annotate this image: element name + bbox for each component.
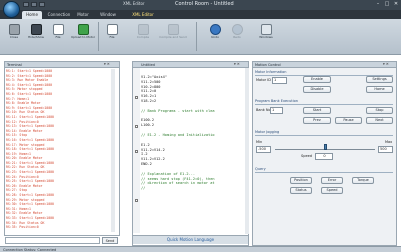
home-button[interactable]: Home bbox=[366, 86, 393, 93]
compile-send-icon bbox=[167, 24, 179, 35]
terminal-command-input[interactable] bbox=[5, 237, 100, 244]
enable-button[interactable]: Enable bbox=[303, 76, 331, 83]
hide-show-button-label: Hide/Show bbox=[28, 35, 44, 39]
settings-button[interactable]: Settings bbox=[366, 76, 393, 83]
windows-button[interactable]: Windows bbox=[254, 22, 278, 48]
minimize-button[interactable]: – bbox=[374, 1, 382, 8]
upload-to-motor-button[interactable]: Upload to Motor bbox=[70, 22, 96, 48]
tab-motor[interactable]: Motor bbox=[76, 11, 90, 19]
motor-jogging-section: Motor Jogging bbox=[255, 130, 280, 134]
jog-min-select[interactable]: -500 bbox=[256, 146, 271, 153]
hide-show-button[interactable]: Hide/Show bbox=[25, 22, 47, 48]
undo-button[interactable]: Undo bbox=[205, 22, 225, 48]
motor-id-label: Motor ID bbox=[256, 78, 271, 82]
next-button[interactable]: Next bbox=[366, 117, 393, 124]
tab-home[interactable]: Home bbox=[22, 11, 42, 19]
maximize-button[interactable]: □ bbox=[383, 1, 391, 8]
status-bar: Connection Status: Connected bbox=[0, 246, 401, 252]
error-query-button[interactable]: Error bbox=[321, 177, 343, 184]
position-query-button[interactable]: Position bbox=[290, 177, 312, 184]
code-editor[interactable]: V1.2="Axis4" V11.2=500 V10.2=800 V11.2=0 V16… bbox=[141, 70, 247, 232]
bank-no-select[interactable]: 1 bbox=[270, 107, 283, 114]
contextual-tab-group-label: XML Editor bbox=[123, 1, 145, 6]
bank-no-label: Bank No bbox=[256, 108, 271, 112]
redo-icon bbox=[231, 24, 243, 35]
tab-connection[interactable]: Connection bbox=[47, 11, 71, 19]
jog-speed-field[interactable]: 0 bbox=[315, 153, 333, 160]
file-button-label: File bbox=[55, 35, 61, 39]
application-menu-button[interactable] bbox=[3, 1, 20, 18]
motor-id-select[interactable]: 1 bbox=[272, 77, 287, 84]
compile-and-send-label: Compile and Send bbox=[159, 35, 187, 39]
file-open-label: File bbox=[109, 35, 115, 39]
status-query-button[interactable]: Status bbox=[290, 187, 312, 194]
motion-panel-controls[interactable]: ▾ ✕ bbox=[383, 61, 389, 67]
file-icon bbox=[52, 24, 64, 35]
speed-query-button[interactable]: Speed bbox=[321, 187, 343, 194]
terminal-title: Terminal bbox=[5, 62, 119, 68]
disable-button[interactable]: Disable bbox=[303, 86, 331, 93]
editor-gutter bbox=[133, 68, 140, 233]
terminal-scrollbar[interactable] bbox=[111, 69, 115, 232]
jog-speed-label: Speed bbox=[301, 154, 312, 158]
section-divider bbox=[255, 135, 393, 136]
ribbon-separator bbox=[196, 22, 197, 51]
editor-tab-label[interactable]: Untitled bbox=[133, 62, 248, 68]
document-icon bbox=[106, 24, 118, 35]
query-section: Query bbox=[255, 167, 266, 171]
quick-access-open-icon[interactable] bbox=[31, 2, 37, 7]
jog-max-select[interactable]: 500 bbox=[378, 146, 393, 153]
close-window-button[interactable]: ✕ bbox=[392, 1, 400, 8]
editor-footer: Quick Motion Language bbox=[133, 235, 248, 244]
upload-to-motor-label: Upload to Motor bbox=[70, 35, 96, 39]
compile-and-send-button[interactable]: Compile and Send bbox=[156, 22, 190, 48]
windows-icon bbox=[260, 24, 272, 35]
stop-button[interactable]: Stop bbox=[366, 107, 393, 114]
send-button[interactable]: Send bbox=[102, 237, 118, 244]
windows-label: Windows bbox=[259, 35, 273, 39]
motion-control-title: Motion Control bbox=[253, 62, 396, 68]
prev-button[interactable]: Prev bbox=[303, 117, 331, 124]
redo-label: Redo bbox=[233, 35, 241, 39]
editor-panel-controls[interactable]: ▾ ✕ bbox=[234, 61, 240, 67]
jog-slider-handle[interactable] bbox=[323, 144, 327, 150]
tab-xml-editor[interactable]: XML Editor bbox=[131, 11, 155, 19]
close-icon bbox=[8, 24, 20, 35]
terminal-line: RS:35: Position=0 bbox=[6, 225, 39, 230]
terminal-panel-controls[interactable]: ▾ ✕ bbox=[104, 61, 110, 67]
torque-query-button[interactable]: Torque bbox=[352, 177, 374, 184]
close-button[interactable]: Close bbox=[3, 22, 25, 48]
undo-icon bbox=[209, 24, 221, 35]
jog-min-label: Min bbox=[256, 140, 263, 144]
editor-scrollbar[interactable] bbox=[245, 68, 249, 234]
monitor-icon bbox=[30, 24, 42, 35]
undo-label: Undo bbox=[211, 35, 219, 39]
fold-toggle-icon[interactable] bbox=[135, 150, 138, 153]
close-button-label: Close bbox=[9, 35, 19, 39]
fold-toggle-icon[interactable] bbox=[135, 199, 138, 202]
terminal-output: RS:1: Start=1 Speed=1000 RS:2: Start=1 Sp… bbox=[6, 69, 110, 232]
fold-toggle-icon[interactable] bbox=[135, 96, 138, 99]
pause-button[interactable]: Pause bbox=[335, 117, 362, 124]
motor-information-section: Motor Information bbox=[255, 70, 287, 74]
compile-icon bbox=[137, 24, 149, 35]
redo-button[interactable]: Redo bbox=[227, 22, 247, 48]
file-open-button[interactable]: File bbox=[101, 22, 123, 48]
jog-max-label: Max bbox=[385, 140, 393, 144]
upload-icon bbox=[77, 24, 89, 35]
quick-access-save-icon[interactable] bbox=[23, 2, 29, 7]
program-bank-section: Program Bank Execution bbox=[255, 99, 298, 103]
quick-access-dropdown-icon[interactable] bbox=[39, 2, 45, 7]
window-title: Control Room - Untitled bbox=[175, 1, 234, 7]
section-divider bbox=[255, 104, 393, 105]
file-button[interactable]: File bbox=[47, 22, 69, 48]
compile-button[interactable]: Compile bbox=[132, 22, 154, 48]
fold-toggle-icon[interactable] bbox=[135, 125, 138, 128]
code-line: // bbox=[141, 186, 146, 191]
start-button[interactable]: Start bbox=[303, 107, 331, 114]
section-divider bbox=[255, 172, 393, 173]
tab-window[interactable]: Window bbox=[99, 11, 117, 19]
compile-label: Compile bbox=[136, 35, 150, 39]
ribbon-separator bbox=[98, 22, 99, 51]
